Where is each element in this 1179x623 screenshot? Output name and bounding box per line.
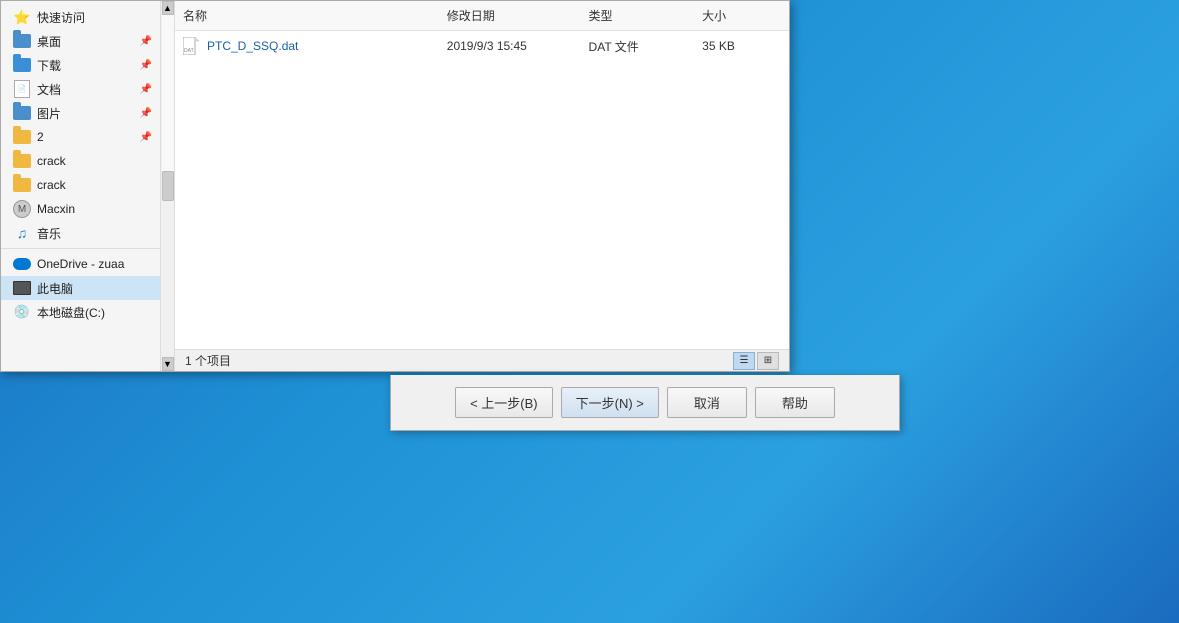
main-content: 名称 修改日期 类型 大小 DAT — [175, 1, 789, 371]
wizard-panel: < 上一步(B) 下一步(N) > 取消 帮助 — [390, 375, 900, 431]
column-header-date[interactable]: 修改日期 — [439, 5, 581, 26]
file-list-body: DAT PTC_D_SSQ.dat 2019/9/3 15:45 DAT 文件 … — [175, 31, 789, 349]
sidebar-crack1-label: crack — [37, 154, 66, 168]
dat-file-icon: DAT — [183, 37, 201, 55]
file-dialog: ⭐ 快速访问 桌面 📌 下载 📌 — [0, 0, 790, 372]
sidebar: ⭐ 快速访问 桌面 📌 下载 📌 — [1, 1, 161, 371]
sidebar-2-label: 2 — [37, 130, 44, 144]
file-date-cell: 2019/9/3 15:45 — [439, 37, 581, 55]
pin-icon-2: 📌 — [140, 132, 152, 143]
column-header-type[interactable]: 类型 — [581, 5, 695, 26]
sidebar-item-documents[interactable]: 📄 文档 📌 — [1, 77, 160, 101]
pin-icon-dl: 📌 — [140, 60, 152, 71]
sidebar-downloads-label: 下载 — [37, 57, 61, 74]
sidebar-scrollbar[interactable]: ▲ ▼ — [161, 1, 175, 371]
item-count-label: 1 个项目 — [185, 352, 231, 369]
sidebar-quick-access-label: 快速访问 — [37, 9, 85, 26]
column-header-size[interactable]: 大小 — [694, 5, 789, 26]
disk-icon: 💿 — [13, 303, 31, 321]
folder-icon-2 — [13, 128, 31, 146]
cancel-button[interactable]: 取消 — [667, 387, 747, 418]
sidebar-item-local-disk[interactable]: 💿 本地磁盘(C:) — [1, 300, 160, 324]
pc-icon — [13, 279, 31, 297]
sidebar-item-music[interactable]: ♫ 音乐 — [1, 221, 160, 245]
pin-icon: 📌 — [140, 36, 152, 47]
file-size-cell: 35 KB — [694, 37, 789, 55]
scroll-track — [162, 15, 174, 171]
sidebar-music-label: 音乐 — [37, 225, 61, 242]
sidebar-documents-label: 文档 — [37, 81, 61, 98]
desktop-folder-icon — [13, 32, 31, 50]
help-button[interactable]: 帮助 — [755, 387, 835, 418]
pics-folder-icon — [13, 104, 31, 122]
status-bar: 1 个项目 ☰ ⊞ — [175, 349, 789, 371]
pin-icon-pics: 📌 — [140, 108, 152, 119]
star-icon: ⭐ — [13, 8, 31, 26]
scroll-down-btn[interactable]: ▼ — [162, 357, 174, 371]
sidebar-item-crack2[interactable]: crack — [1, 173, 160, 197]
folder-icon-crack2 — [13, 176, 31, 194]
sidebar-section-quick-access[interactable]: ⭐ 快速访问 — [1, 5, 160, 29]
sidebar-item-2[interactable]: 2 📌 — [1, 125, 160, 149]
table-row[interactable]: DAT PTC_D_SSQ.dat 2019/9/3 15:45 DAT 文件 … — [175, 31, 789, 62]
file-name-label: PTC_D_SSQ.dat — [207, 39, 298, 53]
sidebar-macxin-label: Macxin — [37, 202, 75, 216]
sidebar-this-pc-label: 此电脑 — [37, 280, 73, 297]
next-button[interactable]: 下一步(N) > — [561, 387, 659, 418]
onedrive-icon — [13, 255, 31, 273]
folder-icon-crack1 — [13, 152, 31, 170]
list-view-btn[interactable]: ☰ — [733, 352, 755, 370]
sidebar-item-crack1[interactable]: crack — [1, 149, 160, 173]
svg-text:DAT: DAT — [184, 48, 194, 54]
detail-view-btn[interactable]: ⊞ — [757, 352, 779, 370]
sidebar-pictures-label: 图片 — [37, 105, 61, 122]
scroll-track-bottom — [162, 201, 174, 357]
file-name-cell: DAT PTC_D_SSQ.dat — [175, 35, 439, 57]
macxin-icon: M — [13, 200, 31, 218]
scroll-thumb[interactable] — [162, 171, 174, 201]
view-toggle: ☰ ⊞ — [733, 352, 779, 370]
dialog-body: ⭐ 快速访问 桌面 📌 下载 📌 — [1, 1, 789, 371]
pin-icon-docs: 📌 — [140, 84, 152, 95]
music-icon: ♫ — [13, 224, 31, 242]
sidebar-divider — [1, 248, 160, 249]
sidebar-desktop-label: 桌面 — [37, 33, 61, 50]
sidebar-onedrive-label: OneDrive - zuaa — [37, 257, 124, 271]
docs-folder-icon: 📄 — [13, 80, 31, 98]
download-folder-icon — [13, 56, 31, 74]
sidebar-item-downloads[interactable]: 下载 📌 — [1, 53, 160, 77]
file-list-header: 名称 修改日期 类型 大小 — [175, 1, 789, 31]
file-type-cell: DAT 文件 — [581, 36, 695, 57]
sidebar-item-this-pc[interactable]: 此电脑 — [1, 276, 160, 300]
sidebar-item-pictures[interactable]: 图片 📌 — [1, 101, 160, 125]
sidebar-item-onedrive[interactable]: OneDrive - zuaa — [1, 252, 160, 276]
scroll-up-btn[interactable]: ▲ — [162, 1, 174, 15]
sidebar-item-macxin[interactable]: M Macxin — [1, 197, 160, 221]
back-button[interactable]: < 上一步(B) — [455, 387, 553, 418]
sidebar-local-disk-label: 本地磁盘(C:) — [37, 304, 105, 321]
sidebar-crack2-label: crack — [37, 178, 66, 192]
column-header-name[interactable]: 名称 — [175, 5, 439, 26]
sidebar-item-desktop[interactable]: 桌面 📌 — [1, 29, 160, 53]
